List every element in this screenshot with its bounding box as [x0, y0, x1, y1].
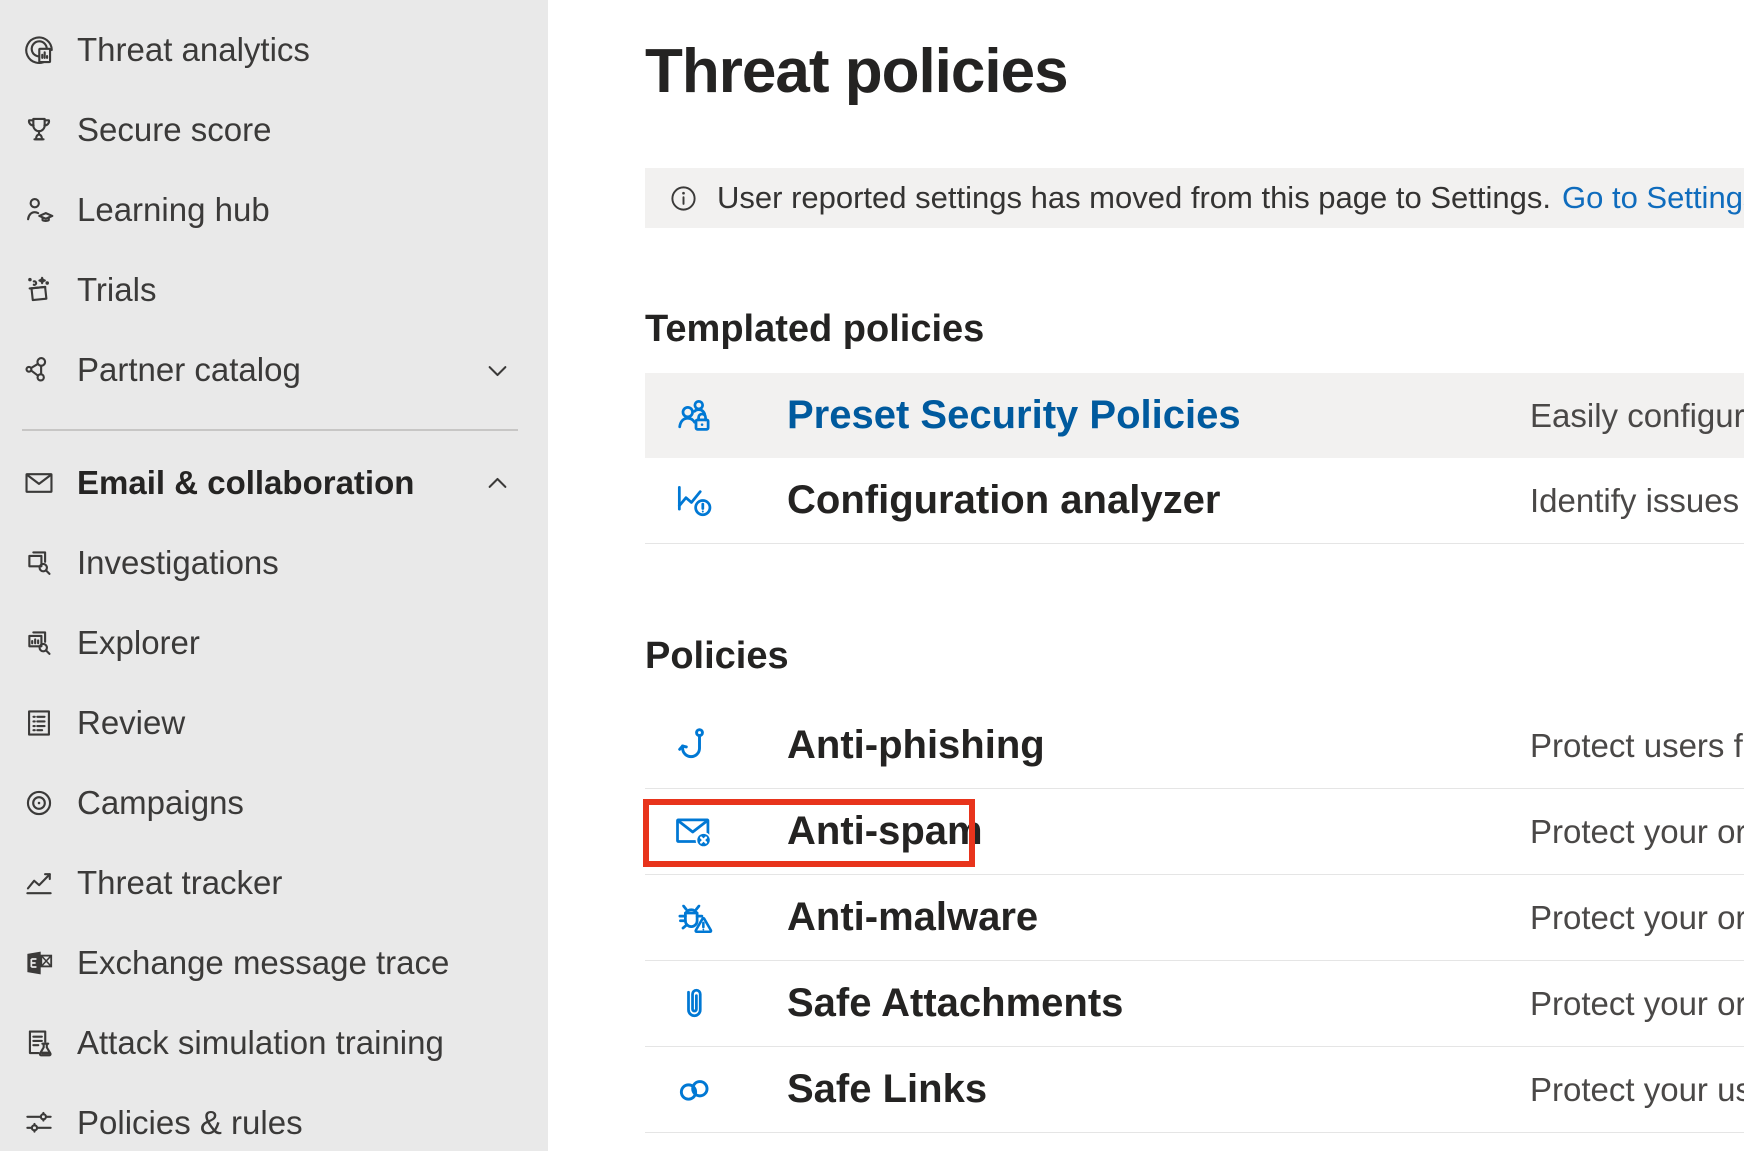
row-preset-security-policies[interactable]: Preset Security Policies Easily configur…	[645, 373, 1744, 458]
info-icon	[668, 183, 699, 214]
threat-tracker-icon	[22, 866, 56, 900]
sidebar-item-secure-score[interactable]: Secure score	[0, 90, 548, 170]
row-anti-phishing[interactable]: Anti-phishing Protect users from p	[645, 703, 1744, 789]
row-safe-attachments[interactable]: Safe Attachments Protect your organiz	[645, 961, 1744, 1047]
policies-heading: Policies	[645, 633, 1744, 679]
sidebar-item-campaigns[interactable]: Campaigns	[0, 763, 548, 843]
sidebar-item-exchange-message-trace[interactable]: Exchange message trace	[0, 923, 548, 1003]
explorer-icon	[22, 626, 56, 660]
review-icon	[22, 706, 56, 740]
main-content: Threat policies User reported settings h…	[548, 0, 1744, 1151]
anti-spam-icon	[672, 810, 716, 854]
chevron-down-icon[interactable]	[484, 357, 511, 384]
policies-rules-icon	[22, 1106, 56, 1140]
attack-simulation-icon	[22, 1026, 56, 1060]
row-anti-spam[interactable]: Anti-spam Protect your organiz	[645, 789, 1744, 875]
sidebar-item-explorer[interactable]: Explorer	[0, 603, 548, 683]
investigations-icon	[22, 546, 56, 580]
sidebar-item-threat-tracker[interactable]: Threat tracker	[0, 843, 548, 923]
info-banner: User reported settings has moved from th…	[645, 168, 1744, 228]
sidebar-divider	[22, 429, 518, 431]
exchange-icon	[22, 946, 56, 980]
sidebar-item-threat-analytics[interactable]: Threat analytics	[0, 10, 548, 90]
safe-links-icon	[672, 1068, 716, 1112]
safe-attachments-icon	[672, 982, 716, 1026]
campaigns-icon	[22, 786, 56, 820]
sidebar-item-partner-catalog[interactable]: Partner catalog	[0, 330, 548, 410]
chevron-up-icon[interactable]	[484, 470, 511, 497]
row-safe-links[interactable]: Safe Links Protect your users fr	[645, 1047, 1744, 1133]
sidebar-item-email-collaboration[interactable]: Email & collaboration	[0, 443, 548, 523]
trials-icon	[22, 273, 56, 307]
sidebar-item-learning-hub[interactable]: Learning hub	[0, 170, 548, 250]
trophy-icon	[22, 113, 56, 147]
threat-analytics-icon	[22, 33, 56, 67]
templated-policies-table: Preset Security Policies Easily configur…	[645, 373, 1744, 544]
sidebar-item-trials[interactable]: Trials	[0, 250, 548, 330]
configuration-analyzer-icon	[672, 479, 716, 523]
sidebar-email-collab-group: Email & collaboration Investigations Exp…	[0, 443, 548, 1151]
anti-phishing-icon	[672, 724, 716, 768]
preset-security-policies-icon	[672, 394, 716, 438]
page-title: Threat policies	[645, 34, 1744, 110]
learning-hub-icon	[22, 193, 56, 227]
sidebar-top-group: Threat analytics Secure score Learning h…	[0, 0, 548, 410]
sidebar-item-attack-simulation-training[interactable]: Attack simulation training	[0, 1003, 548, 1083]
sidebar-item-policies-rules[interactable]: Policies & rules	[0, 1083, 548, 1151]
row-anti-malware[interactable]: Anti-malware Protect your organiz	[645, 875, 1744, 961]
sidebar-item-investigations[interactable]: Investigations	[0, 523, 548, 603]
sidebar: Threat analytics Secure score Learning h…	[0, 0, 548, 1151]
banner-text: User reported settings has moved from th…	[717, 180, 1551, 216]
anti-malware-icon	[672, 896, 716, 940]
go-to-settings-link[interactable]: Go to Settings	[1562, 180, 1744, 216]
app-window: Threat analytics Secure score Learning h…	[0, 0, 1744, 1151]
sidebar-item-review[interactable]: Review	[0, 683, 548, 763]
policies-table: Anti-phishing Protect users from p Anti-…	[645, 703, 1744, 1133]
partner-catalog-icon	[22, 353, 56, 387]
templated-policies-heading: Templated policies	[645, 306, 1744, 352]
email-icon	[22, 466, 56, 500]
row-configuration-analyzer[interactable]: Configuration analyzer Identify issues i…	[645, 458, 1744, 544]
